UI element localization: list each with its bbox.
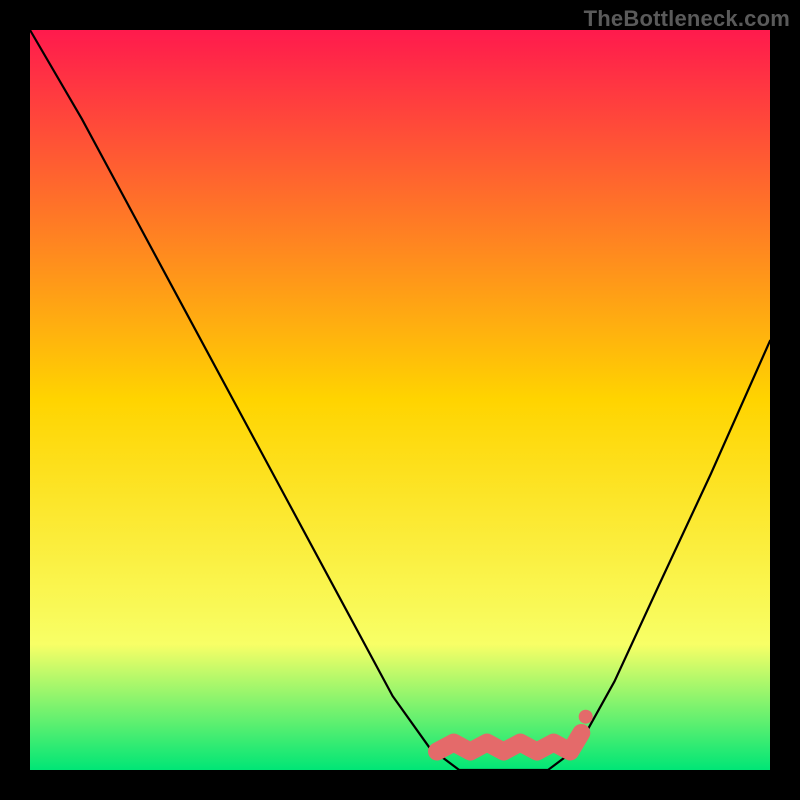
watermark-text: TheBottleneck.com bbox=[584, 6, 790, 32]
chart-frame: { "watermark": "TheBottleneck.com", "col… bbox=[0, 0, 800, 800]
gradient-panel bbox=[30, 30, 770, 770]
optimum-marker-dot bbox=[579, 710, 593, 724]
bottleneck-chart bbox=[0, 0, 800, 800]
